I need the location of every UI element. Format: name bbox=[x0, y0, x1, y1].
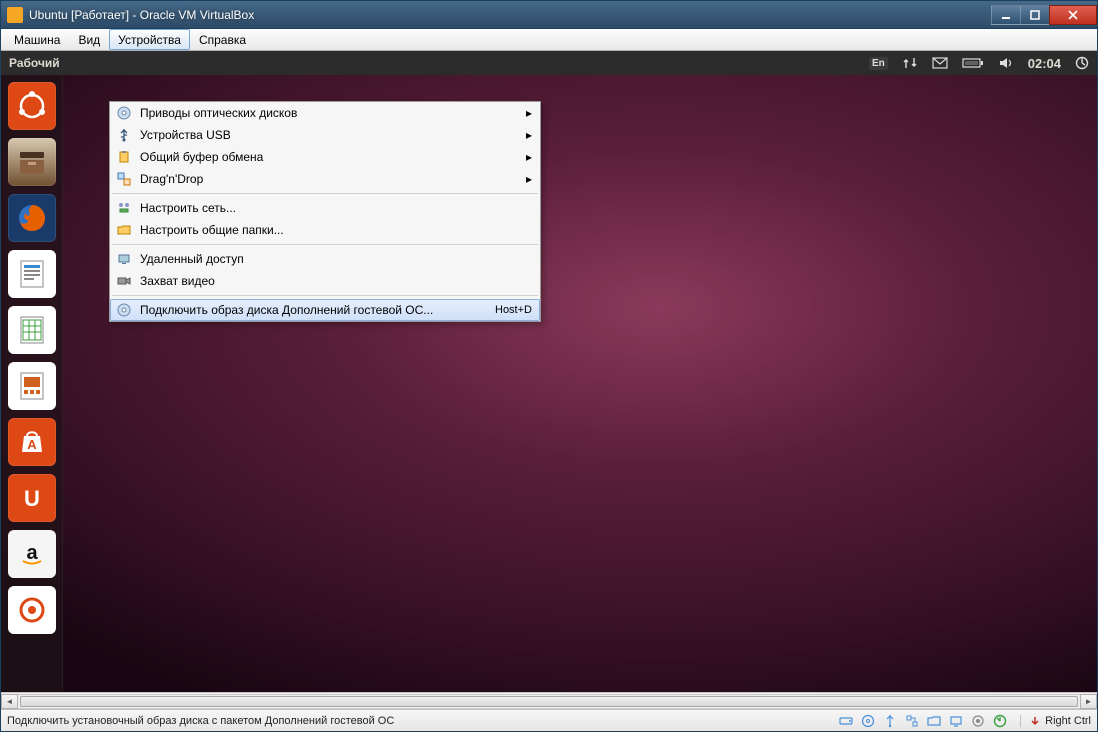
horizontal-scrollbar[interactable]: ◄ ► bbox=[1, 692, 1097, 709]
session-icon[interactable] bbox=[1075, 56, 1089, 70]
svg-text:a: a bbox=[26, 542, 38, 564]
launcher-software[interactable]: A bbox=[8, 418, 56, 466]
battery-icon[interactable] bbox=[962, 57, 984, 69]
usb-icon bbox=[116, 127, 132, 143]
minimize-button[interactable] bbox=[991, 5, 1021, 25]
svg-text:A: A bbox=[27, 437, 37, 452]
virtualbox-icon bbox=[7, 7, 23, 23]
launcher-ubuntu-one[interactable]: U bbox=[8, 474, 56, 522]
chevron-right-icon: ▸ bbox=[526, 174, 532, 184]
separator bbox=[112, 295, 538, 296]
scroll-left-button[interactable]: ◄ bbox=[1, 694, 18, 709]
menu-drag-n-drop[interactable]: Drag'n'Drop ▸ bbox=[110, 168, 540, 190]
chevron-right-icon: ▸ bbox=[526, 152, 532, 162]
launcher-firefox[interactable] bbox=[8, 194, 56, 242]
ubuntu-launcher: A U a bbox=[1, 75, 63, 692]
host-key-indicator[interactable]: Right Ctrl bbox=[1020, 715, 1091, 727]
keyboard-layout-indicator[interactable]: En bbox=[869, 57, 888, 70]
status-hint-text: Подключить установочный образ диска с па… bbox=[7, 715, 394, 727]
harddisk-icon[interactable] bbox=[838, 713, 854, 729]
menu-video-capture[interactable]: Захват видео bbox=[110, 270, 540, 292]
chevron-right-icon: ▸ bbox=[526, 130, 532, 140]
maximize-button[interactable] bbox=[1020, 5, 1050, 25]
usb-status-icon[interactable] bbox=[882, 713, 898, 729]
launcher-files[interactable] bbox=[8, 138, 56, 186]
menu-network-settings[interactable]: Настроить сеть... bbox=[110, 197, 540, 219]
menu-usb-devices[interactable]: Устройства USB ▸ bbox=[110, 124, 540, 146]
optical-disk-icon[interactable] bbox=[860, 713, 876, 729]
arrow-down-icon bbox=[1029, 715, 1041, 727]
scroll-thumb[interactable] bbox=[20, 696, 1078, 707]
menu-view[interactable]: Вид bbox=[69, 29, 109, 50]
menu-devices[interactable]: Устройства bbox=[109, 29, 190, 50]
menu-machine[interactable]: Машина bbox=[5, 29, 69, 50]
launcher-settings[interactable] bbox=[8, 586, 56, 634]
remote-display-icon[interactable] bbox=[992, 713, 1008, 729]
shared-folders-icon[interactable] bbox=[926, 713, 942, 729]
mail-icon[interactable] bbox=[932, 57, 948, 69]
video-capture-icon[interactable] bbox=[970, 713, 986, 729]
vm-viewport[interactable]: Рабочий En 02:04 bbox=[1, 51, 1097, 692]
launcher-dash[interactable] bbox=[8, 82, 56, 130]
menu-remote-display[interactable]: Удаленный доступ bbox=[110, 248, 540, 270]
clipboard-icon bbox=[116, 149, 132, 165]
close-button[interactable] bbox=[1049, 5, 1097, 25]
separator bbox=[112, 193, 538, 194]
vbox-statusbar: Подключить установочный образ диска с па… bbox=[1, 709, 1097, 731]
window-titlebar[interactable]: Ubuntu [Работает] - Oracle VM VirtualBox bbox=[1, 1, 1097, 29]
menu-shared-folders[interactable]: Настроить общие папки... bbox=[110, 219, 540, 241]
network-icon[interactable] bbox=[902, 56, 918, 70]
shortcut-text: Host+D bbox=[495, 304, 532, 316]
launcher-calc[interactable] bbox=[8, 306, 56, 354]
chevron-right-icon: ▸ bbox=[526, 108, 532, 118]
clock[interactable]: 02:04 bbox=[1028, 56, 1061, 71]
menu-help[interactable]: Справка bbox=[190, 29, 255, 50]
folder-icon bbox=[116, 222, 132, 238]
status-indicators: Right Ctrl bbox=[838, 713, 1091, 729]
launcher-amazon[interactable]: a bbox=[8, 530, 56, 578]
display-icon[interactable] bbox=[948, 713, 964, 729]
host-key-text: Right Ctrl bbox=[1045, 715, 1091, 727]
remote-icon bbox=[116, 251, 132, 267]
ubuntu-topbar: Рабочий En 02:04 bbox=[1, 51, 1097, 75]
svg-text:U: U bbox=[24, 486, 40, 511]
volume-icon[interactable] bbox=[998, 56, 1014, 70]
window-title: Ubuntu [Работает] - Oracle VM VirtualBox bbox=[29, 8, 254, 22]
disc-icon bbox=[116, 105, 132, 121]
virtualbox-window: Ubuntu [Работает] - Oracle VM VirtualBox… bbox=[0, 0, 1098, 732]
video-icon bbox=[116, 273, 132, 289]
disc-install-icon bbox=[116, 302, 132, 318]
vbox-menubar: Машина Вид Устройства Справка bbox=[1, 29, 1097, 51]
scroll-right-button[interactable]: ► bbox=[1080, 694, 1097, 709]
window-controls bbox=[992, 5, 1097, 25]
menu-shared-clipboard[interactable]: Общий буфер обмена ▸ bbox=[110, 146, 540, 168]
network-status-icon[interactable] bbox=[904, 713, 920, 729]
menu-insert-guest-additions[interactable]: Подключить образ диска Дополнений гостев… bbox=[110, 299, 540, 321]
menu-optical-drives[interactable]: Приводы оптических дисков ▸ bbox=[110, 102, 540, 124]
launcher-impress[interactable] bbox=[8, 362, 56, 410]
launcher-writer[interactable] bbox=[8, 250, 56, 298]
ubuntu-topbar-title: Рабочий bbox=[9, 56, 60, 70]
scroll-track[interactable] bbox=[18, 694, 1080, 709]
dragdrop-icon bbox=[116, 171, 132, 187]
separator bbox=[112, 244, 538, 245]
devices-dropdown: Приводы оптических дисков ▸ Устройства U… bbox=[109, 101, 541, 322]
network-icon bbox=[116, 200, 132, 216]
content-area: Рабочий En 02:04 bbox=[1, 51, 1097, 731]
